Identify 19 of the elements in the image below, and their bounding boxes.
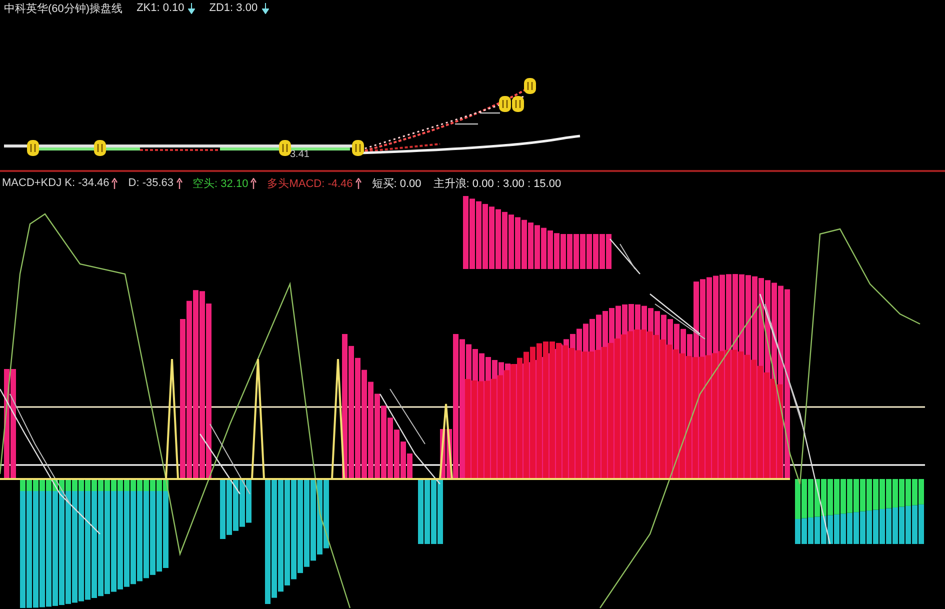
indicator-value: 空头: 32.10 xyxy=(192,176,248,190)
indicator-value: 主升浪: 0.00 : 3.00 : 15.00 xyxy=(433,176,562,190)
marker-icon xyxy=(279,140,291,156)
marker-icon xyxy=(27,140,39,156)
indicator-value: 多头MACD: -4.46 xyxy=(267,176,353,190)
indicator-value: 短买: 0.00 xyxy=(372,176,422,190)
price-label: 3.41 xyxy=(290,149,310,160)
indicator-value: ZK1: 0.10 xyxy=(136,2,184,14)
down-arrow-icon xyxy=(188,2,196,14)
indicator-value: MACD+KDJ K: -34.46 xyxy=(2,177,110,189)
indicator-value: ZD1: 3.00 xyxy=(209,2,258,14)
indicator-value: D: -35.63 xyxy=(128,177,174,189)
marker-icon xyxy=(512,96,524,112)
chart-title: 中科英华(60分钟)操盘线 xyxy=(4,2,123,16)
marker-icon xyxy=(94,140,106,156)
marker-icon xyxy=(352,140,364,156)
marker-icon xyxy=(499,96,511,112)
down-arrow-icon xyxy=(262,2,269,14)
marker-icon xyxy=(524,78,536,94)
